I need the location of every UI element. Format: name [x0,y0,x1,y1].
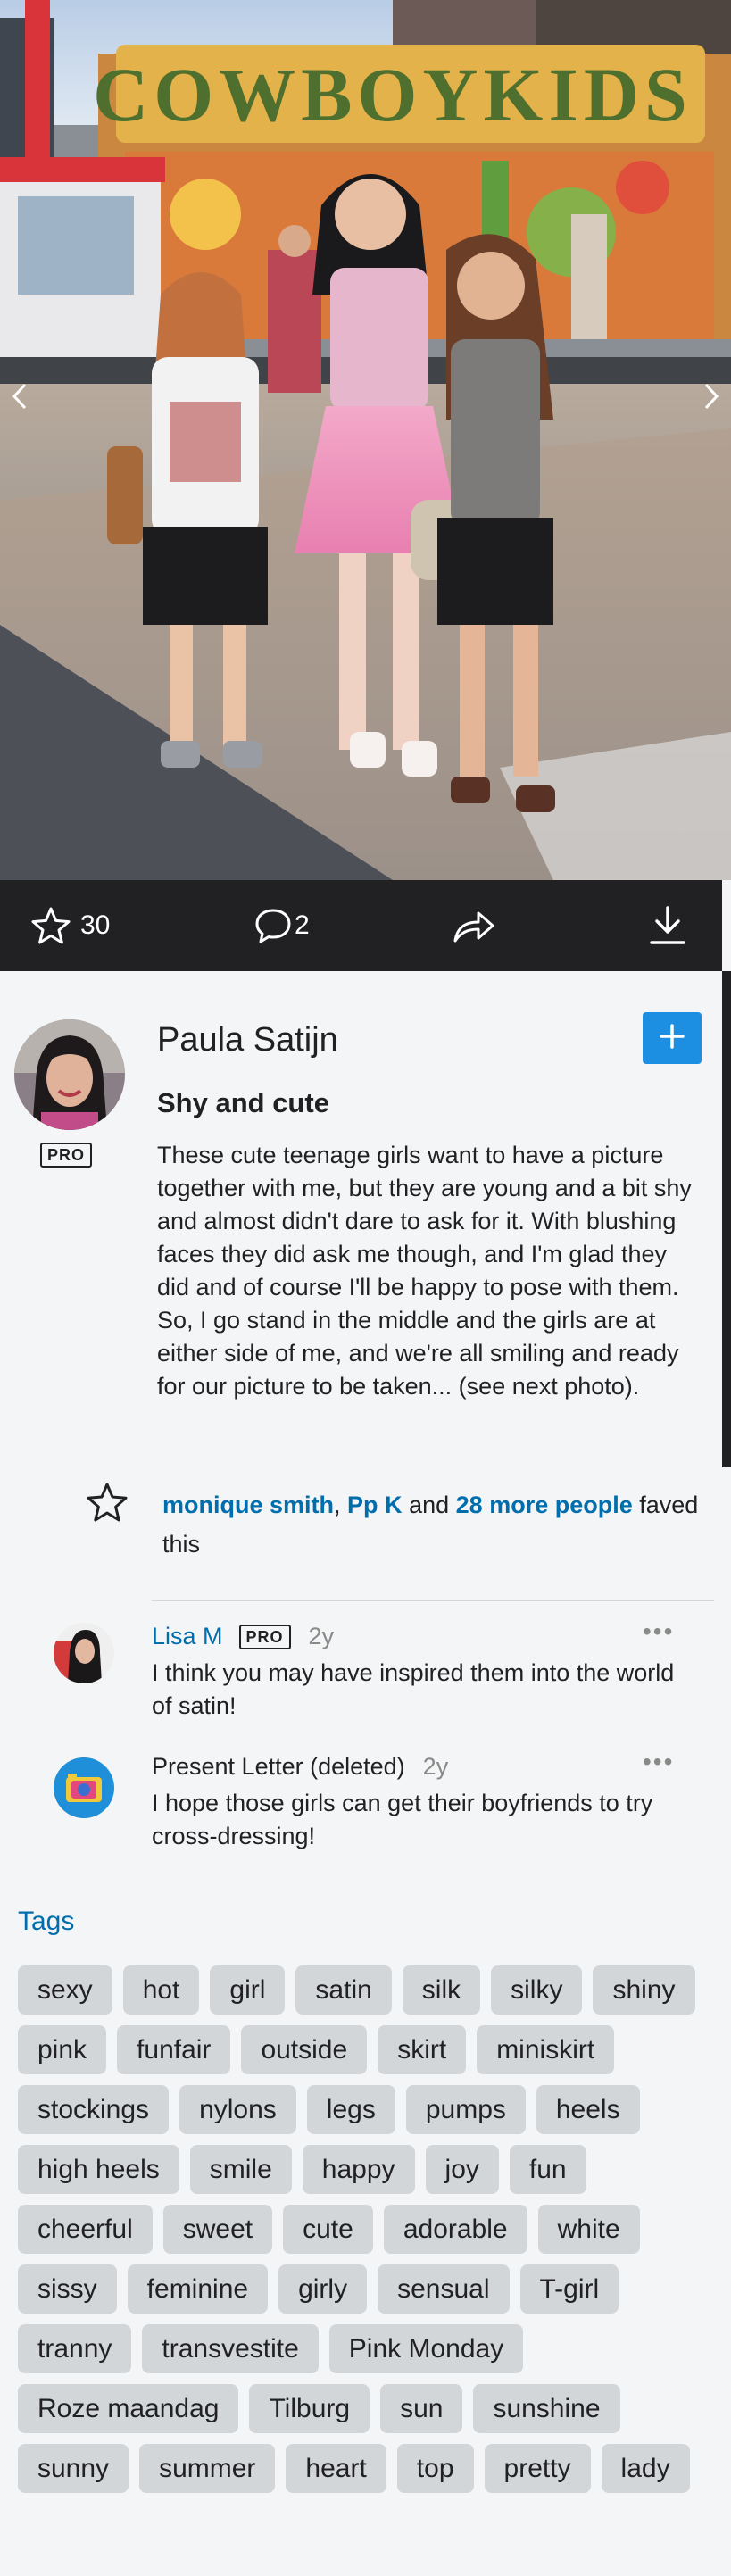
tag-chip[interactable]: satin [295,1965,392,2015]
comment-header: Lisa M PRO 2y [152,1623,334,1650]
tag-chip[interactable]: transvestite [142,2324,319,2373]
photo-illustration: COWBOYKIDS [0,0,731,880]
tag-chip[interactable]: heels [536,2085,640,2134]
next-photo-button[interactable] [692,371,731,421]
tag-chip[interactable]: sweet [162,2205,273,2254]
tag-chip[interactable]: funfair [117,2025,231,2074]
faves-summary: monique smith, Pp K and 28 more people f… [0,1467,731,1566]
tag-chip[interactable]: Tilburg [249,2384,370,2433]
tag-chip[interactable]: T-girl [519,2264,619,2314]
photo-title: Shy and cute [157,1087,329,1118]
commenter-pro-badge: PRO [238,1624,291,1649]
fave-user-link[interactable]: monique smith [162,1492,334,1518]
tag-chip[interactable]: top [396,2444,474,2493]
tag-chip[interactable]: silky [491,1965,583,2015]
tag-chip[interactable]: summer [139,2444,276,2493]
tag-chip[interactable]: pink [18,2025,107,2074]
owner-name[interactable]: Paula Satijn [157,1021,338,1059]
comment-header: Present Letter (deleted) 2y [152,1753,448,1781]
more-options-icon[interactable]: ••• [643,1617,674,1646]
photo-action-bar: 30 2 [0,880,722,971]
share-icon [452,907,496,944]
tag-chip[interactable]: Roze maandag [18,2384,239,2433]
comment-count: 2 [295,910,310,940]
star-outline-icon [86,1482,129,1527]
comment-button[interactable]: 2 [253,880,310,971]
share-button[interactable] [452,880,496,971]
tag-chip[interactable]: pumps [405,2085,526,2134]
tag-chip[interactable]: girly [278,2264,368,2314]
tag-chip[interactable]: sexy [18,1965,112,2015]
tag-chip[interactable]: pretty [484,2444,591,2493]
comment-icon [253,907,293,944]
tag-chip[interactable]: shiny [593,1965,695,2015]
more-options-icon[interactable]: ••• [643,1748,674,1776]
tag-chip[interactable]: Pink Monday [328,2324,524,2373]
tag-chip[interactable]: nylons [179,2085,296,2134]
plus-icon [660,1023,685,1053]
tag-chip[interactable]: cute [283,2205,373,2254]
comment-author: Present Letter (deleted) [152,1753,405,1780]
fave-user-link[interactable]: Pp K [347,1492,403,1518]
tag-chip[interactable]: feminine [127,2264,269,2314]
commenter-avatar[interactable] [54,1757,114,1818]
tag-chip[interactable]: sun [380,2384,463,2433]
comment-time: 2y [422,1753,449,1780]
tag-chip[interactable]: fun [509,2145,586,2194]
tag-chip[interactable]: stockings [18,2085,170,2134]
tag-chip[interactable]: adorable [383,2205,527,2254]
tag-chip[interactable]: tranny [18,2324,132,2373]
owner-avatar[interactable] [14,1019,125,1130]
tag-chip[interactable]: lady [601,2444,690,2493]
tag-chip[interactable]: high heels [18,2145,179,2194]
tag-chip[interactable]: outside [241,2025,368,2074]
tag-chip[interactable]: sissy [18,2264,117,2314]
tag-chip[interactable]: joy [425,2145,499,2194]
tag-chip[interactable]: happy [302,2145,415,2194]
commenter-avatar[interactable] [54,1623,114,1683]
tag-chip[interactable]: cheerful [18,2205,153,2254]
tag-chip[interactable]: silk [402,1965,481,2015]
tag-chip[interactable]: hot [122,1965,200,2015]
more-faves-link[interactable]: 28 more people [456,1492,633,1518]
comment-text: I hope those girls can get their boyfrie… [152,1790,653,1849]
tag-chip[interactable]: miniskirt [477,2025,615,2074]
tag-chip[interactable]: heart [286,2444,386,2493]
fave-button[interactable]: 30 [30,880,110,971]
tags-heading: Tags [18,1907,75,1936]
main-photo[interactable]: COWBOYKIDS [0,0,731,880]
comment-author[interactable]: Lisa M [152,1623,223,1650]
tag-chip[interactable]: sunny [18,2444,129,2493]
chevron-left-icon [12,383,28,410]
download-icon [648,905,687,946]
scrollbar-edge [722,971,731,1467]
tag-chip[interactable]: girl [210,1965,286,2015]
comment-time: 2y [308,1623,335,1649]
divider [152,1600,714,1601]
tag-chip[interactable]: sunshine [473,2384,620,2433]
tag-list: sexy hot girl satin silk silky shiny pink funfai… [18,1965,714,2493]
star-icon [30,906,71,945]
photo-info-section: PRO Paula Satijn Shy and cute These cute… [0,971,722,1467]
tag-chip[interactable]: sensual [378,2264,510,2314]
comment-text: I think you may have inspired them into … [152,1659,675,1719]
faves-text: monique smith, Pp K and 28 more people f… [162,1492,699,1558]
tag-chip[interactable]: white [537,2205,640,2254]
photo-description: These cute teenage girls want to have a … [157,1142,692,1400]
chevron-right-icon [703,383,719,410]
fave-count: 30 [80,910,111,940]
tag-chip[interactable]: skirt [378,2025,467,2074]
svg-text:COWBOYKIDS: COWBOYKIDS [93,52,693,137]
follow-button[interactable] [643,1012,702,1064]
download-button[interactable] [648,880,687,971]
previous-photo-button[interactable] [0,371,39,421]
tag-chip[interactable]: smile [189,2145,292,2194]
tag-chip[interactable]: legs [306,2085,395,2134]
owner-pro-badge: PRO [40,1143,93,1168]
